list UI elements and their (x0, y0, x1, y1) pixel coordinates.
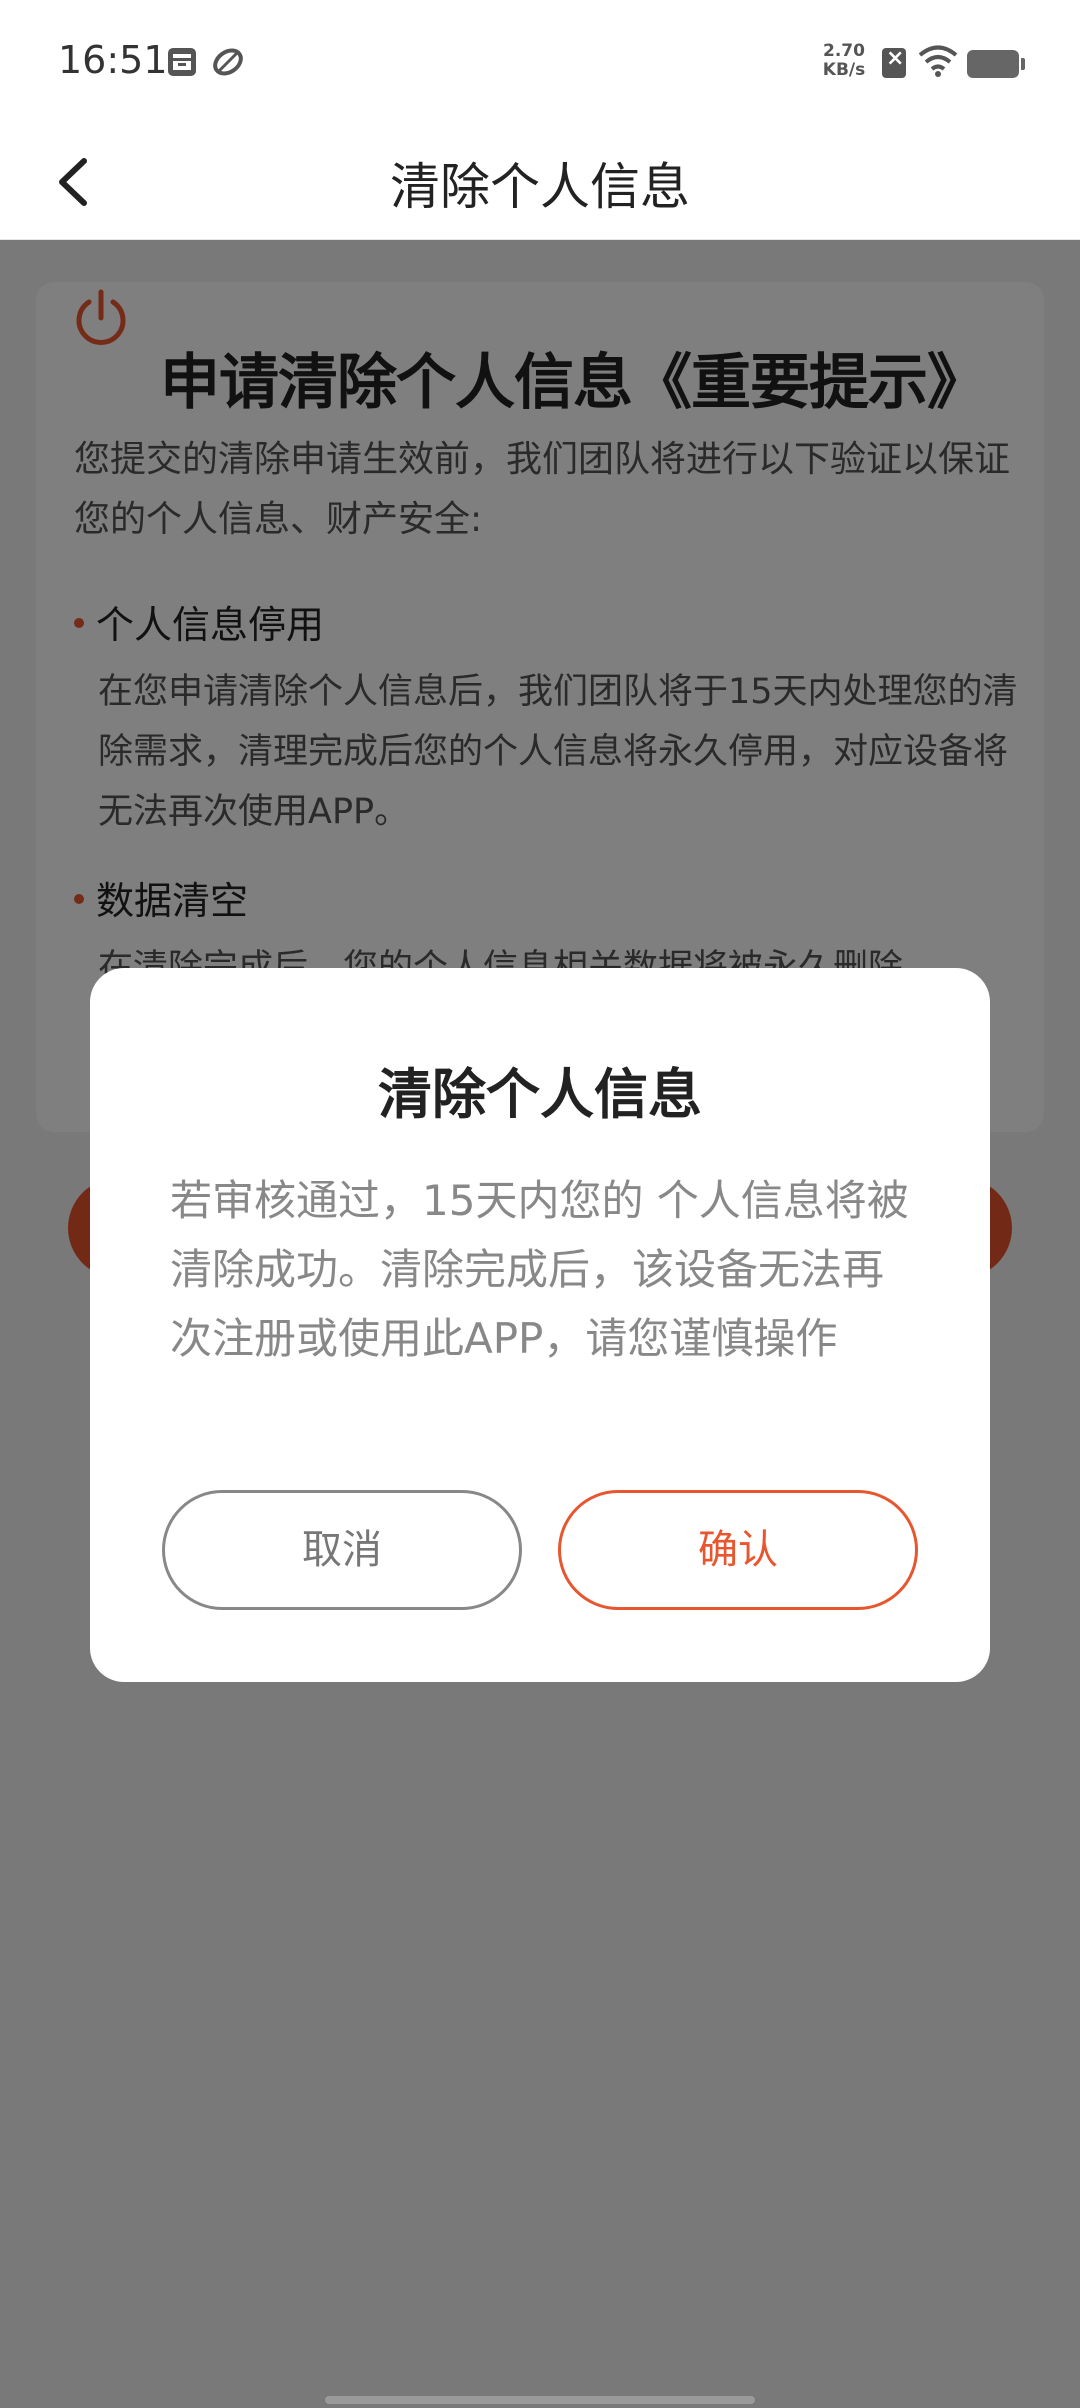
page: 16:51 2.70 KB/s 清除个人信息 (0, 0, 1080, 2408)
page-title: 清除个人信息 (390, 158, 690, 216)
dialog-title: 清除个人信息 (378, 1063, 702, 1126)
dialog-message: 若审核通过，15天内您的 个人信息将被清除成功。清除完成后，该设备无法再次注册或… (170, 1176, 909, 1363)
battery-icon (967, 50, 1025, 78)
storage-icon (168, 48, 196, 76)
leaf-icon (213, 48, 243, 76)
network-speed: 2.70 KB/s (820, 42, 868, 80)
wifi-icon (918, 45, 958, 77)
confirm-button[interactable]: 确认 (558, 1490, 918, 1610)
home-indicator[interactable] (325, 2396, 755, 2404)
sim-disabled-icon (882, 46, 906, 78)
nav-header: 清除个人信息 (0, 125, 1080, 240)
confirm-dialog: 清除个人信息 若审核通过，15天内您的 个人信息将被清除成功。清除完成后，该设备… (90, 968, 990, 1682)
status-time: 16:51 (58, 38, 168, 82)
status-bar: 16:51 2.70 KB/s (0, 0, 1080, 125)
cancel-button[interactable]: 取消 (162, 1490, 522, 1610)
network-speed-value: 2.70 (823, 41, 865, 61)
network-speed-unit: KB/s (822, 60, 866, 80)
